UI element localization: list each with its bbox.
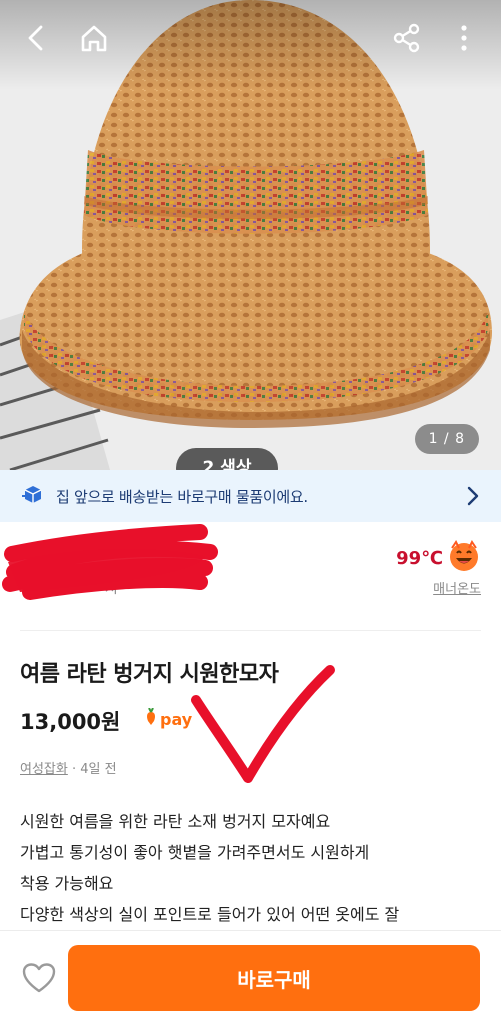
description-line: 착용 가능해요	[20, 874, 114, 893]
buy-now-button[interactable]: 바로구매	[68, 945, 480, 1011]
delivery-banner-text: 집 앞으로 배송받는 바로구매 물품이에요.	[56, 487, 308, 506]
description-line: 시원한 여름을 위한 라탄 소재 벙거지 모자예요	[20, 812, 331, 831]
smiling-face-icon	[447, 539, 481, 577]
redaction-scribble	[2, 524, 218, 600]
description-line: 다양한 색상의 실이 포인트로 들어가 있어 어떤 옷에도 잘	[20, 905, 400, 924]
product-price: 13,000원	[20, 710, 121, 734]
heart-icon[interactable]	[22, 963, 56, 997]
chevron-right-icon	[467, 486, 479, 510]
manner-temperature: 99℃	[396, 548, 443, 569]
color-option-badge: 2 색상	[176, 448, 278, 470]
pay-label: pay	[160, 709, 193, 729]
home-icon[interactable]	[74, 18, 114, 58]
back-arrow-icon[interactable]	[16, 18, 56, 58]
pay-badge: pay	[144, 707, 193, 730]
product-title: 여름 라탄 벙거지 시원한모자	[20, 662, 279, 687]
carrot-icon	[144, 707, 158, 730]
hat-photo	[0, 0, 501, 470]
manner-temperature-label[interactable]: 매너온도	[433, 578, 481, 597]
delivery-box-icon	[22, 483, 44, 509]
photo-counter: 1 / 8	[414, 424, 479, 454]
section-divider	[20, 630, 481, 631]
description-line: 가볍고 통기성이 좋아 햇볕을 가려주면서도 시원하게	[20, 843, 370, 862]
product-description: 시원한 여름을 위한 라탄 소재 벙거지 모자예요 가볍고 통기성이 좋아 햇볕…	[20, 806, 490, 930]
delivery-banner[interactable]: 집 앞으로 배송받는 바로구매 물품이에요.	[0, 470, 501, 522]
product-meta: 여성잡화 · 4일 전	[20, 758, 117, 777]
product-image[interactable]: 1 / 8 2 색상	[0, 0, 501, 470]
seller-profile[interactable]: ᄅ ᄀ ᄄ ᄀ지ᄉ 99℃ 매너온도	[0, 522, 501, 622]
bottom-action-bar: 바로구매	[0, 930, 501, 1024]
posted-time: · 4일 전	[67, 762, 117, 777]
category-link[interactable]: 여성잡화	[20, 762, 68, 777]
more-vertical-icon[interactable]	[444, 18, 484, 58]
share-icon[interactable]	[387, 18, 427, 58]
